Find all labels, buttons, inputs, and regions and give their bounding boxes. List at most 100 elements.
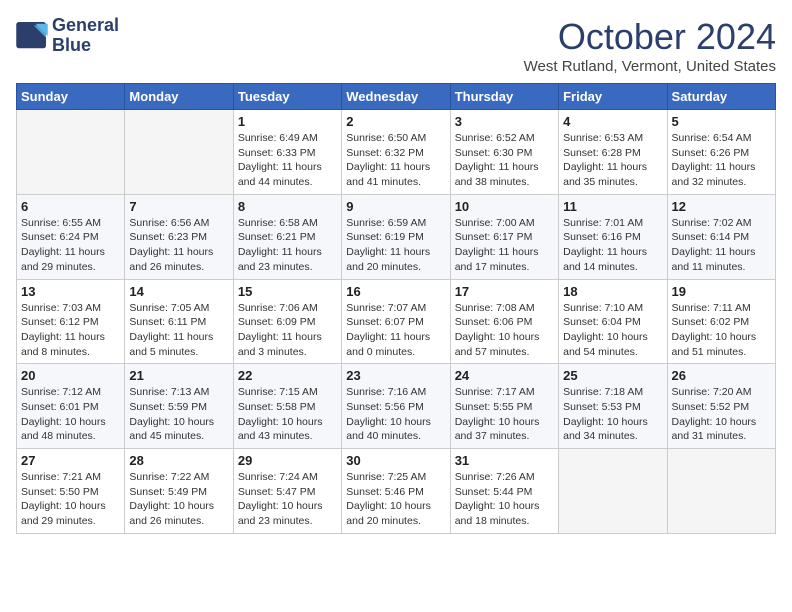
day-of-week-header: Monday <box>125 84 233 110</box>
calendar-day-cell: 11Sunrise: 7:01 AM Sunset: 6:16 PM Dayli… <box>559 194 667 279</box>
day-number: 17 <box>455 284 554 299</box>
calendar-day-cell <box>125 110 233 195</box>
day-detail: Sunrise: 7:08 AM Sunset: 6:06 PM Dayligh… <box>455 301 554 360</box>
calendar-day-cell: 14 Sunrise: 7:05 AM Sunset: 6:11 PM Dayli… <box>125 279 233 364</box>
day-of-week-header: Sunday <box>17 84 125 110</box>
calendar-table: SundayMondayTuesdayWednesdayThursdayFrid… <box>16 83 776 534</box>
calendar-day-cell: 9Sunrise: 6:59 AM Sunset: 6:19 PM Daylig… <box>342 194 450 279</box>
day-detail: Sunrise: 7:10 AM Sunset: 6:04 PM Dayligh… <box>563 301 662 360</box>
day-detail: Sunrise: 7:17 AM Sunset: 5:55 PM Dayligh… <box>455 385 554 444</box>
day-number: 7 <box>129 199 228 214</box>
day-detail: Sunrise: 7:25 AM Sunset: 5:46 PM Dayligh… <box>346 470 445 529</box>
calendar-week-row: 13 Sunrise: 7:03 AM Sunset: 6:12 PM Dayli… <box>17 279 776 364</box>
calendar-day-cell: 12 Sunrise: 7:02 AM Sunset: 6:14 PM Dayli… <box>667 194 775 279</box>
day-number: 25 <box>563 368 662 383</box>
day-number: 3 <box>455 114 554 129</box>
day-detail: Sunrise: 7:26 AM Sunset: 5:44 PM Dayligh… <box>455 470 554 529</box>
logo-text: General Blue <box>52 16 119 56</box>
day-detail: Sunrise: 7:15 AM Sunset: 5:58 PM Dayligh… <box>238 385 337 444</box>
month-title: October 2024 <box>524 16 776 58</box>
calendar-day-cell: 22 Sunrise: 7:15 AM Sunset: 5:58 PM Dayli… <box>233 364 341 449</box>
day-detail: Sunrise: 7:20 AM Sunset: 5:52 PM Dayligh… <box>672 385 771 444</box>
calendar-day-cell: 24 Sunrise: 7:17 AM Sunset: 5:55 PM Dayli… <box>450 364 558 449</box>
day-detail: Sunrise: 7:13 AM Sunset: 5:59 PM Dayligh… <box>129 385 228 444</box>
day-number: 26 <box>672 368 771 383</box>
day-detail: Sunrise: 6:49 AM Sunset: 6:33 PM Dayligh… <box>238 131 337 190</box>
day-number: 10 <box>455 199 554 214</box>
calendar-day-cell: 29Sunrise: 7:24 AM Sunset: 5:47 PM Dayli… <box>233 449 341 534</box>
calendar-day-cell: 26 Sunrise: 7:20 AM Sunset: 5:52 PM Dayli… <box>667 364 775 449</box>
day-number: 2 <box>346 114 445 129</box>
day-detail: Sunrise: 7:24 AM Sunset: 5:47 PM Dayligh… <box>238 470 337 529</box>
calendar-day-cell: 19 Sunrise: 7:11 AM Sunset: 6:02 PM Dayli… <box>667 279 775 364</box>
calendar-day-cell: 7Sunrise: 6:56 AM Sunset: 6:23 PM Daylig… <box>125 194 233 279</box>
day-detail: Sunrise: 7:18 AM Sunset: 5:53 PM Dayligh… <box>563 385 662 444</box>
day-detail: Sunrise: 7:02 AM Sunset: 6:14 PM Dayligh… <box>672 216 771 275</box>
day-detail: Sunrise: 7:07 AM Sunset: 6:07 PM Dayligh… <box>346 301 445 360</box>
day-number: 22 <box>238 368 337 383</box>
calendar-day-cell: 2 Sunrise: 6:50 AM Sunset: 6:32 PM Daylig… <box>342 110 450 195</box>
day-number: 1 <box>238 114 337 129</box>
day-number: 19 <box>672 284 771 299</box>
calendar-week-row: 27 Sunrise: 7:21 AM Sunset: 5:50 PM Dayli… <box>17 449 776 534</box>
day-number: 28 <box>129 453 228 468</box>
calendar-day-cell: 3 Sunrise: 6:52 AM Sunset: 6:30 PM Daylig… <box>450 110 558 195</box>
day-detail: Sunrise: 7:12 AM Sunset: 6:01 PM Dayligh… <box>21 385 120 444</box>
calendar-week-row: 1 Sunrise: 6:49 AM Sunset: 6:33 PM Daylig… <box>17 110 776 195</box>
day-number: 15 <box>238 284 337 299</box>
day-number: 24 <box>455 368 554 383</box>
calendar-day-cell: 18Sunrise: 7:10 AM Sunset: 6:04 PM Dayli… <box>559 279 667 364</box>
day-detail: Sunrise: 6:54 AM Sunset: 6:26 PM Dayligh… <box>672 131 771 190</box>
title-block: October 2024 West Rutland, Vermont, Unit… <box>524 16 776 75</box>
day-number: 6 <box>21 199 120 214</box>
calendar-header-row: SundayMondayTuesdayWednesdayThursdayFrid… <box>17 84 776 110</box>
calendar-day-cell: 4Sunrise: 6:53 AM Sunset: 6:28 PM Daylig… <box>559 110 667 195</box>
calendar-day-cell <box>667 449 775 534</box>
calendar-day-cell: 13 Sunrise: 7:03 AM Sunset: 6:12 PM Dayli… <box>17 279 125 364</box>
day-of-week-header: Saturday <box>667 84 775 110</box>
day-detail: Sunrise: 6:52 AM Sunset: 6:30 PM Dayligh… <box>455 131 554 190</box>
calendar-day-cell: 23 Sunrise: 7:16 AM Sunset: 5:56 PM Dayli… <box>342 364 450 449</box>
day-detail: Sunrise: 7:16 AM Sunset: 5:56 PM Dayligh… <box>346 385 445 444</box>
day-number: 31 <box>455 453 554 468</box>
day-detail: Sunrise: 6:53 AM Sunset: 6:28 PM Dayligh… <box>563 131 662 190</box>
day-of-week-header: Tuesday <box>233 84 341 110</box>
day-of-week-header: Wednesday <box>342 84 450 110</box>
calendar-day-cell: 16 Sunrise: 7:07 AM Sunset: 6:07 PM Dayli… <box>342 279 450 364</box>
day-number: 27 <box>21 453 120 468</box>
day-detail: Sunrise: 7:21 AM Sunset: 5:50 PM Dayligh… <box>21 470 120 529</box>
calendar-day-cell: 30 Sunrise: 7:25 AM Sunset: 5:46 PM Dayli… <box>342 449 450 534</box>
day-detail: Sunrise: 7:03 AM Sunset: 6:12 PM Dayligh… <box>21 301 120 360</box>
calendar-day-cell: 21 Sunrise: 7:13 AM Sunset: 5:59 PM Dayli… <box>125 364 233 449</box>
day-number: 13 <box>21 284 120 299</box>
day-number: 14 <box>129 284 228 299</box>
calendar-day-cell: 27 Sunrise: 7:21 AM Sunset: 5:50 PM Dayli… <box>17 449 125 534</box>
day-detail: Sunrise: 7:22 AM Sunset: 5:49 PM Dayligh… <box>129 470 228 529</box>
day-number: 11 <box>563 199 662 214</box>
calendar-day-cell: 8 Sunrise: 6:58 AM Sunset: 6:21 PM Daylig… <box>233 194 341 279</box>
day-number: 12 <box>672 199 771 214</box>
day-detail: Sunrise: 6:55 AM Sunset: 6:24 PM Dayligh… <box>21 216 120 275</box>
day-detail: Sunrise: 7:11 AM Sunset: 6:02 PM Dayligh… <box>672 301 771 360</box>
day-number: 16 <box>346 284 445 299</box>
calendar-day-cell <box>17 110 125 195</box>
day-detail: Sunrise: 6:59 AM Sunset: 6:19 PM Dayligh… <box>346 216 445 275</box>
day-number: 23 <box>346 368 445 383</box>
day-detail: Sunrise: 6:50 AM Sunset: 6:32 PM Dayligh… <box>346 131 445 190</box>
logo-icon <box>16 22 48 50</box>
day-number: 8 <box>238 199 337 214</box>
calendar-day-cell: 31 Sunrise: 7:26 AM Sunset: 5:44 PM Dayli… <box>450 449 558 534</box>
calendar-day-cell: 15Sunrise: 7:06 AM Sunset: 6:09 PM Dayli… <box>233 279 341 364</box>
day-number: 21 <box>129 368 228 383</box>
calendar-day-cell: 20Sunrise: 7:12 AM Sunset: 6:01 PM Dayli… <box>17 364 125 449</box>
calendar-day-cell: 28 Sunrise: 7:22 AM Sunset: 5:49 PM Dayli… <box>125 449 233 534</box>
calendar-day-cell: 17 Sunrise: 7:08 AM Sunset: 6:06 PM Dayli… <box>450 279 558 364</box>
day-detail: Sunrise: 7:05 AM Sunset: 6:11 PM Dayligh… <box>129 301 228 360</box>
calendar-day-cell <box>559 449 667 534</box>
day-number: 30 <box>346 453 445 468</box>
day-detail: Sunrise: 6:58 AM Sunset: 6:21 PM Dayligh… <box>238 216 337 275</box>
day-of-week-header: Thursday <box>450 84 558 110</box>
calendar-day-cell: 1 Sunrise: 6:49 AM Sunset: 6:33 PM Daylig… <box>233 110 341 195</box>
day-detail: Sunrise: 7:00 AM Sunset: 6:17 PM Dayligh… <box>455 216 554 275</box>
calendar-day-cell: 5Sunrise: 6:54 AM Sunset: 6:26 PM Daylig… <box>667 110 775 195</box>
